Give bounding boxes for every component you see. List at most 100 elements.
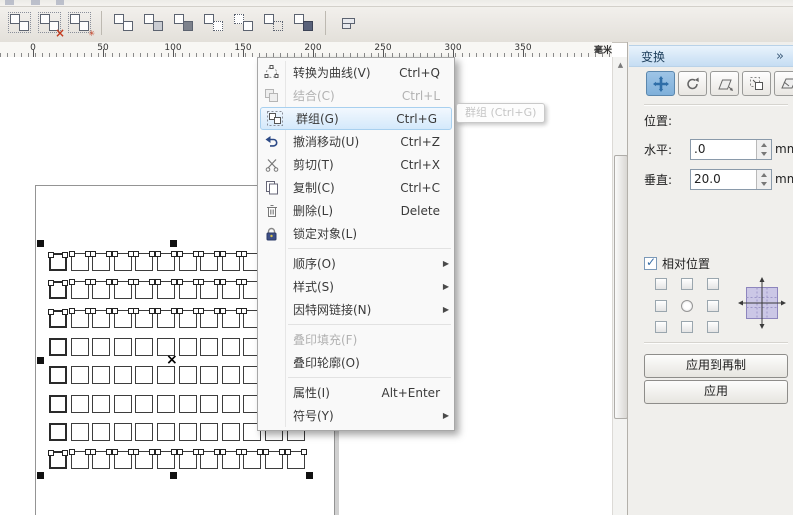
selection-handle-middle-left[interactable] <box>37 357 44 364</box>
menu-item-5[interactable]: 复制(C) Ctrl+C <box>258 176 454 199</box>
spin-down-icon[interactable] <box>757 179 771 189</box>
grid-square-object[interactable] <box>284 449 307 470</box>
align-distribute-icon[interactable] <box>334 9 361 36</box>
grid-square-object[interactable] <box>178 337 197 356</box>
menu-item-11[interactable]: 因特网链接(N) ▶ <box>258 298 454 321</box>
anchor-top-right-checkbox[interactable] <box>707 278 719 290</box>
anchor-middle-right-checkbox[interactable] <box>707 299 719 312</box>
apply-to-duplicate-button[interactable]: 应用到再制 <box>644 354 788 378</box>
group-objects-icon[interactable] <box>6 9 33 36</box>
grid-square-object[interactable] <box>176 307 199 328</box>
anchor-bottom-left-checkbox[interactable] <box>655 321 667 333</box>
spin-value[interactable] <box>694 140 752 158</box>
grid-square-object[interactable] <box>92 366 111 385</box>
grid-square-object[interactable] <box>133 279 156 300</box>
scale-mirror-tab[interactable] <box>710 71 739 96</box>
grid-square-object[interactable] <box>135 366 154 385</box>
grid-square-object[interactable] <box>198 279 221 300</box>
grid-square-object[interactable] <box>219 449 242 470</box>
grid-square-object[interactable] <box>49 337 67 356</box>
selection-handle-top-left[interactable] <box>37 240 44 247</box>
apply-button[interactable]: 应用 <box>644 380 788 404</box>
grid-square-object[interactable] <box>176 279 199 300</box>
grid-square-object[interactable] <box>111 449 134 470</box>
grid-square-object[interactable] <box>111 279 134 300</box>
grid-square-object[interactable] <box>48 252 68 271</box>
grid-square-object[interactable] <box>113 394 132 413</box>
ungroup-all-icon[interactable] <box>66 9 95 38</box>
grid-square-object[interactable] <box>176 449 199 470</box>
grid-square-object[interactable] <box>70 394 89 413</box>
simplify-icon[interactable] <box>200 9 227 36</box>
menu-item-13[interactable]: 叠印填充(F) <box>258 328 454 351</box>
selection-handle-bottom-right[interactable] <box>306 472 313 479</box>
spin-up-icon[interactable] <box>757 140 771 150</box>
position-tab[interactable] <box>646 71 675 96</box>
menu-item-9[interactable]: 顺序(O) ▶ <box>258 252 454 275</box>
menu-item-4[interactable]: 剪切(T) Ctrl+X <box>258 153 454 176</box>
grid-square-object[interactable] <box>90 449 113 470</box>
grid-square-object[interactable] <box>155 251 177 271</box>
grid-square-object[interactable] <box>221 366 240 385</box>
grid-square-object[interactable] <box>135 394 154 413</box>
menu-item-14[interactable]: 叠印轮廓(O) <box>258 351 454 374</box>
grid-square-object[interactable] <box>219 251 242 271</box>
grid-square-object[interactable] <box>70 337 89 356</box>
grid-square-object[interactable] <box>92 422 111 441</box>
grid-square-object[interactable] <box>48 450 68 470</box>
grid-square-object[interactable] <box>155 279 177 300</box>
anchor-top-center-checkbox[interactable] <box>681 278 693 290</box>
vertical-scrollbar[interactable]: ▲ <box>612 57 628 515</box>
menu-item-16[interactable]: 属性(I) Alt+Enter <box>258 381 454 404</box>
selection-handle-top-center[interactable] <box>170 240 177 247</box>
grid-square-object[interactable] <box>157 422 175 441</box>
grid-square-object[interactable] <box>200 394 219 413</box>
grid-square-object[interactable] <box>92 337 111 356</box>
grid-square-object[interactable] <box>155 307 177 328</box>
grid-square-object[interactable] <box>219 307 242 328</box>
grid-square-object[interactable] <box>70 422 89 441</box>
horizontal-position-input[interactable] <box>690 138 772 160</box>
grid-square-object[interactable] <box>263 449 285 470</box>
grid-square-object[interactable] <box>200 337 219 356</box>
grid-square-object[interactable] <box>113 366 132 385</box>
menu-item-1[interactable]: 结合(C) Ctrl+L <box>258 84 454 107</box>
grid-square-object[interactable] <box>49 394 67 413</box>
grid-square-object[interactable] <box>92 394 111 413</box>
ungroup-objects-icon[interactable] <box>36 9 65 38</box>
grid-square-object[interactable] <box>219 279 242 300</box>
relative-position-checkbox[interactable] <box>644 255 657 270</box>
grid-square-object[interactable] <box>198 307 221 328</box>
scrollbar-thumb[interactable] <box>614 155 628 419</box>
grid-square-object[interactable] <box>198 251 221 271</box>
grid-square-object[interactable] <box>68 449 91 470</box>
grid-square-object[interactable] <box>68 307 91 328</box>
grid-square-object[interactable] <box>48 280 68 300</box>
grid-square-object[interactable] <box>157 394 175 413</box>
grid-square-object[interactable] <box>90 307 113 328</box>
grid-square-object[interactable] <box>221 394 240 413</box>
grid-square-object[interactable] <box>68 279 91 300</box>
grid-square-object[interactable] <box>135 422 154 441</box>
grid-square-object[interactable] <box>241 449 264 470</box>
menu-item-10[interactable]: 样式(S) ▶ <box>258 275 454 298</box>
scrollbar-up-arrow-icon[interactable]: ▲ <box>613 57 628 73</box>
anchor-middle-left-checkbox[interactable] <box>655 299 667 312</box>
grid-square-object[interactable] <box>133 449 156 470</box>
trim-icon[interactable] <box>140 9 167 36</box>
grid-square-object[interactable] <box>68 251 91 271</box>
grid-square-object[interactable] <box>133 251 156 271</box>
front-minus-back-icon[interactable] <box>230 9 257 36</box>
grid-square-object[interactable] <box>200 366 219 385</box>
back-minus-front-icon[interactable] <box>260 9 287 36</box>
docker-collapse-icon[interactable]: » <box>776 49 784 64</box>
selection-handle-bottom-center[interactable] <box>170 472 177 479</box>
grid-square-object[interactable] <box>90 251 113 271</box>
grid-square-object[interactable] <box>155 449 177 470</box>
anchor-top-left-checkbox[interactable] <box>655 278 667 290</box>
grid-square-object[interactable] <box>200 422 219 441</box>
anchor-bottom-right-checkbox[interactable] <box>707 321 719 333</box>
spin-up-icon[interactable] <box>757 170 771 180</box>
spin-value[interactable] <box>694 170 752 188</box>
grid-square-object[interactable] <box>113 337 132 356</box>
